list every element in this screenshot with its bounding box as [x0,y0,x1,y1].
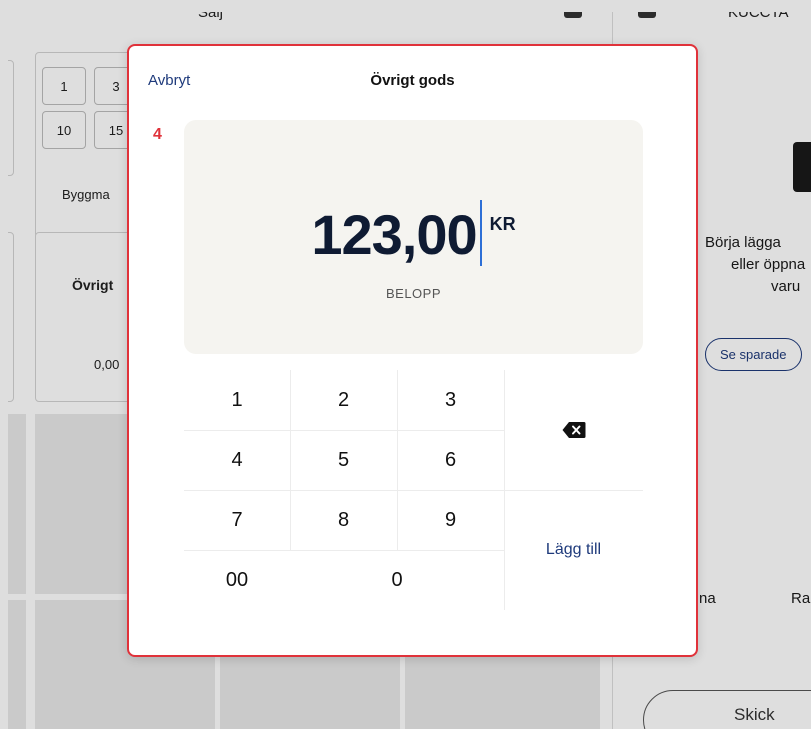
key-9[interactable]: 9 [397,490,504,550]
key-3[interactable]: 3 [397,370,504,430]
amount-label: BELOPP [385,286,442,301]
key-8[interactable]: 8 [290,490,397,550]
key-6[interactable]: 6 [397,430,504,490]
key-4[interactable]: 4 [184,430,290,490]
backspace-button[interactable] [504,370,643,490]
add-button[interactable]: Lägg till [504,490,643,610]
key-0[interactable]: 0 [290,550,504,610]
backspace-icon [562,422,585,438]
screen: Sälj KUCCTA 1 3 10 15 Byggma Övrigt 0,00 [0,0,811,729]
key-1[interactable]: 1 [184,370,290,430]
step-badge: 4 [153,126,162,143]
key-7[interactable]: 7 [184,490,290,550]
amount-entry-modal: Avbryt Övrigt gods 4 123,00 KR BELOPP 1 2… [127,44,698,657]
amount-value[interactable]: 123,00 [311,203,477,266]
amount-row: 123,00 KR [184,200,643,267]
key-5[interactable]: 5 [290,430,397,490]
key-2[interactable]: 2 [290,370,397,430]
amount-display: 123,00 KR BELOPP [184,120,643,354]
key-00[interactable]: 00 [184,550,290,610]
currency-label: KR [489,214,516,234]
modal-title: Övrigt gods [370,72,455,89]
numeric-keypad: 1 2 3 4 5 6 7 8 9 00 0 Lägg till [184,370,643,610]
text-caret [479,200,482,266]
